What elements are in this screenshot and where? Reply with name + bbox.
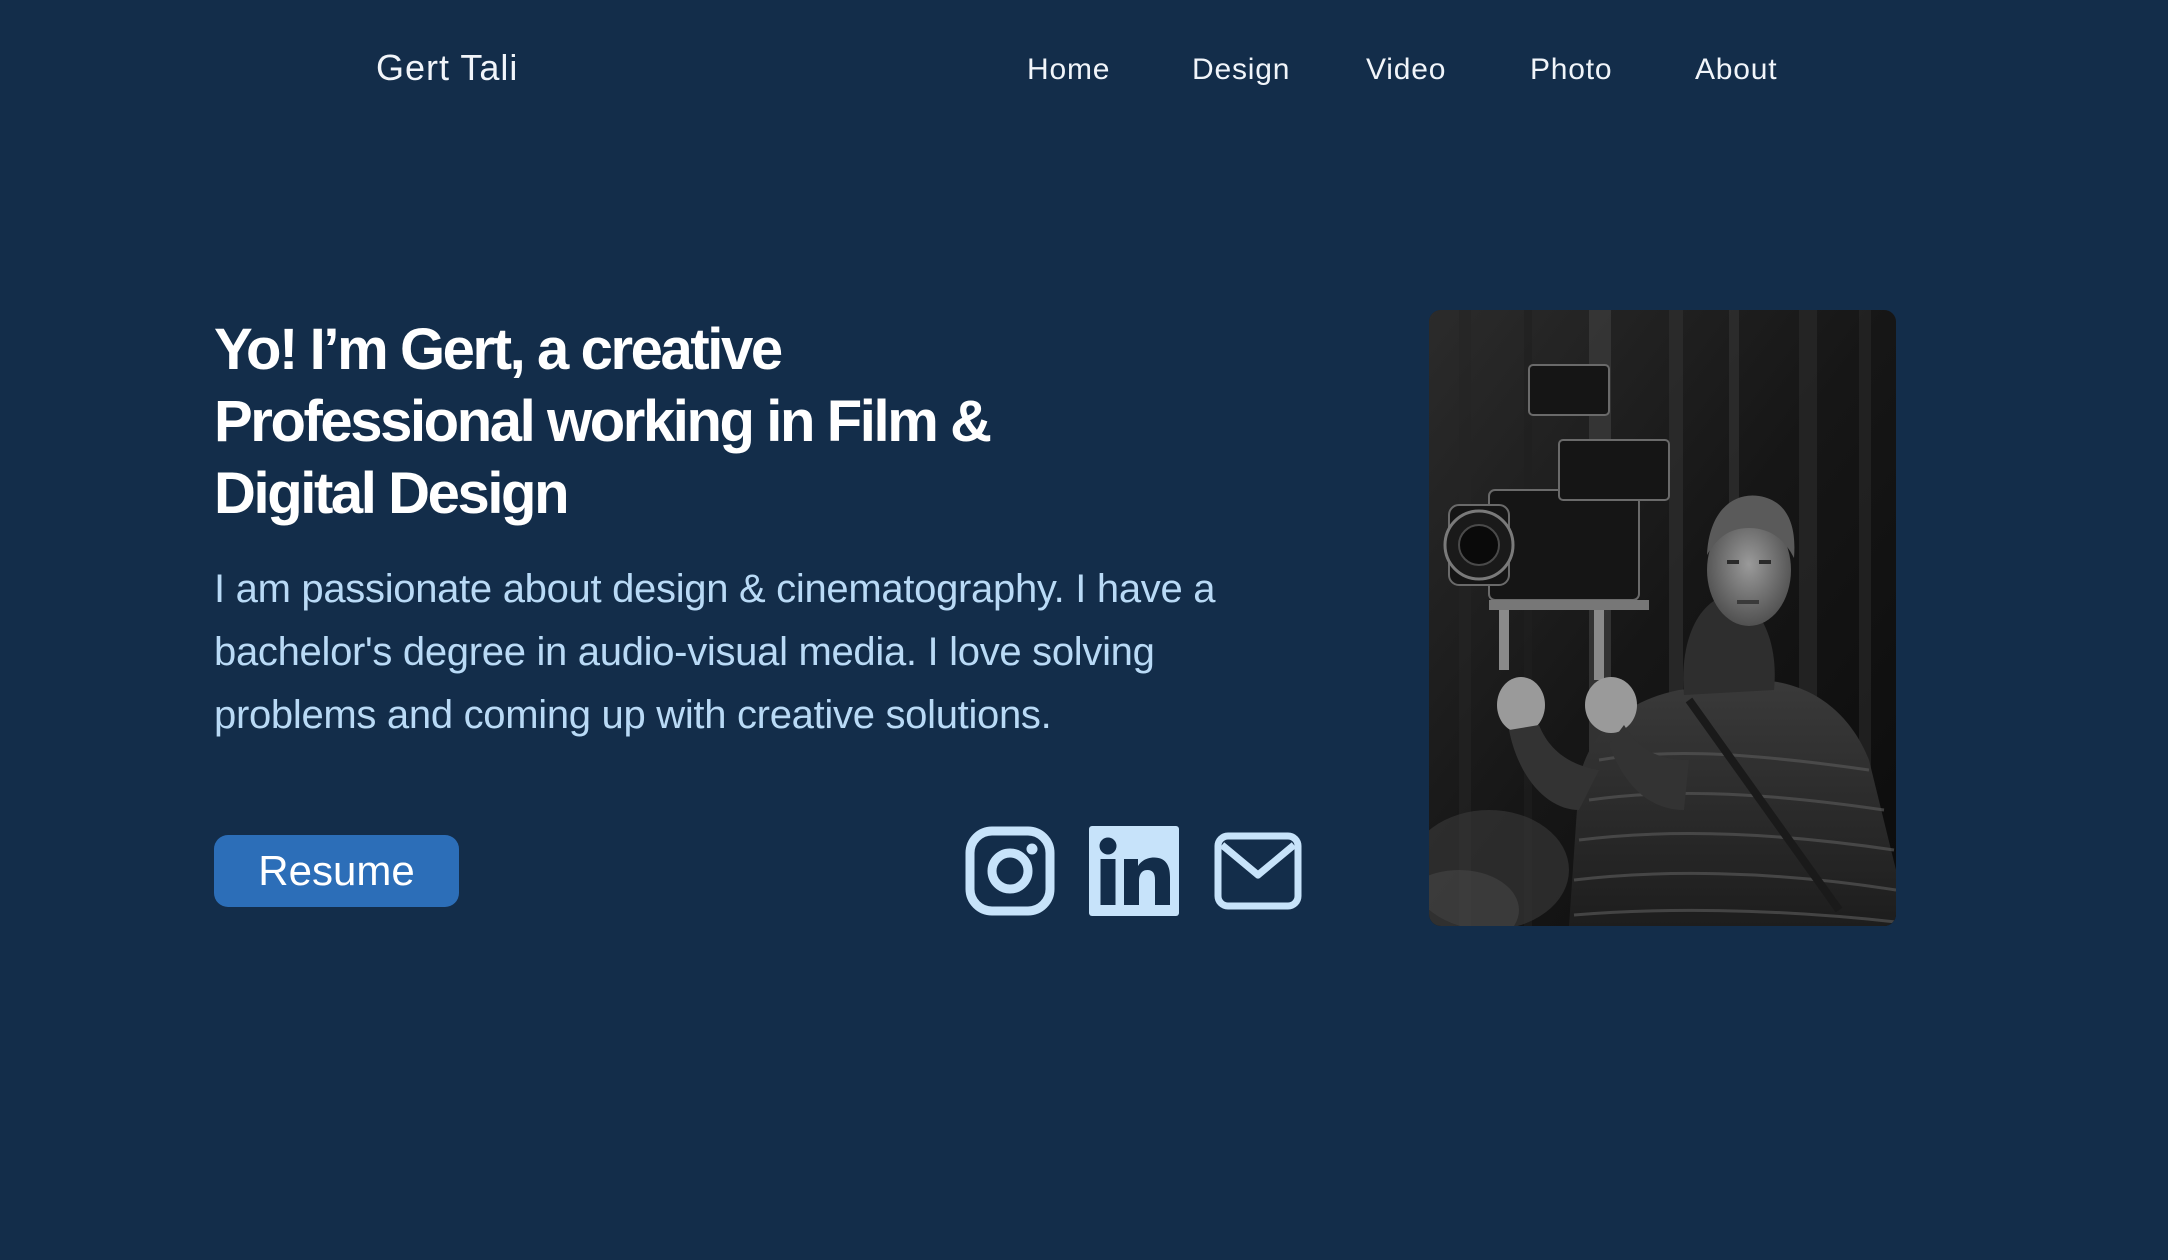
portrait-image [1429, 310, 1896, 926]
nav-about[interactable]: About [1695, 48, 1805, 92]
nav-design[interactable]: Design [1192, 48, 1366, 92]
nav-home[interactable]: Home [1027, 48, 1192, 92]
linkedin-icon [1089, 826, 1179, 916]
portrait-photo [1429, 310, 1896, 926]
site-brand[interactable]: Gert Tali [376, 44, 518, 92]
nav-photo[interactable]: Photo [1530, 48, 1695, 92]
intro-line-3: problems and coming up with creative sol… [214, 693, 1052, 737]
email-link[interactable] [1213, 826, 1303, 916]
intro-line-1: I am passionate about design & cinematog… [214, 567, 1216, 611]
instagram-icon [965, 826, 1055, 916]
hero-headline: Yo! I’m Gert, a creative Professional wo… [214, 314, 1034, 530]
resume-button[interactable]: Resume [214, 835, 459, 907]
headline-line-3: Digital Design [214, 461, 570, 526]
mail-icon [1214, 832, 1302, 910]
instagram-link[interactable] [965, 826, 1055, 916]
intro-line-2: bachelor's degree in audio-visual media.… [214, 630, 1155, 674]
headline-line-1: Yo! I’m Gert, a creative [214, 317, 783, 382]
headline-line-2: Professional working in Film & [214, 389, 992, 454]
linkedin-link[interactable] [1089, 826, 1179, 916]
main-nav: Home Design Video Photo About [1027, 48, 1805, 92]
nav-video[interactable]: Video [1366, 48, 1530, 92]
hero-intro: I am passionate about design & cinematog… [214, 558, 1314, 747]
